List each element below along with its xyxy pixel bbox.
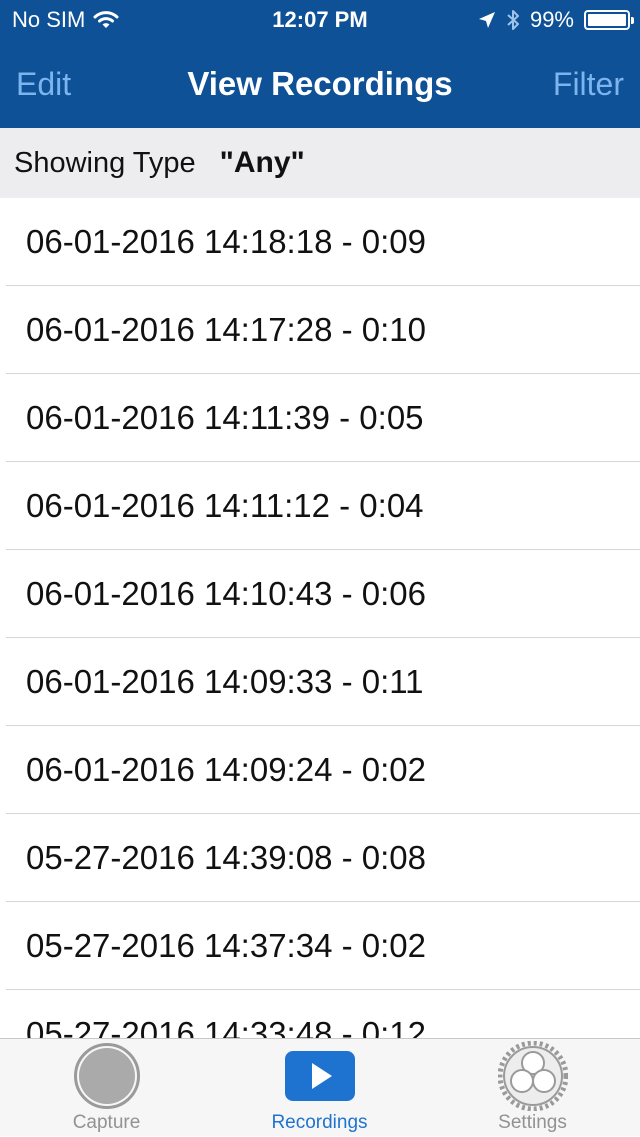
recording-label: 06-01-2016 14:09:24 - 0:02 (26, 751, 426, 788)
recording-row[interactable]: 05-27-2016 14:39:08 - 0:08 (0, 814, 640, 902)
filter-button[interactable]: Filter (553, 64, 624, 104)
tab-bar: Capture Recordings Settings (0, 1038, 640, 1136)
tab-label-settings: Settings (498, 1112, 567, 1133)
bluetooth-icon (507, 10, 519, 30)
filter-header: Showing Type "Any" (0, 128, 640, 198)
recording-label: 05-27-2016 14:39:08 - 0:08 (26, 839, 426, 876)
recording-row[interactable]: 05-27-2016 14:33:48 - 0:12 (0, 990, 640, 1038)
tab-label-capture: Capture (72, 1112, 141, 1133)
top-bar: No SIM 12:07 PM 99% Edit View Recordings (0, 0, 640, 128)
record-circle-inner (78, 1048, 135, 1104)
recording-label: 05-27-2016 14:33:48 - 0:12 (26, 1015, 426, 1038)
gears-icon (497, 1041, 568, 1111)
recording-row[interactable]: 06-01-2016 14:18:18 - 0:09 (0, 198, 640, 286)
navigation-bar: Edit View Recordings Filter (0, 40, 640, 128)
tab-recordings[interactable]: Recordings (213, 1039, 426, 1137)
filter-label: Showing Type (14, 146, 196, 179)
play-icon (284, 1051, 355, 1101)
recording-row[interactable]: 06-01-2016 14:09:24 - 0:02 (0, 726, 640, 814)
recording-label: 06-01-2016 14:09:33 - 0:11 (26, 663, 424, 700)
filter-value: "Any" (219, 146, 305, 179)
recording-row[interactable]: 06-01-2016 14:11:39 - 0:05 (0, 374, 640, 462)
tab-settings[interactable]: Settings (426, 1039, 639, 1137)
recording-label: 06-01-2016 14:17:28 - 0:10 (26, 311, 426, 348)
status-right: 99% (478, 6, 634, 34)
recording-label: 06-01-2016 14:10:43 - 0:06 (26, 575, 426, 612)
status-bar: No SIM 12:07 PM 99% (0, 0, 640, 40)
tab-capture[interactable]: Capture (0, 1039, 213, 1137)
recording-row[interactable]: 06-01-2016 14:17:28 - 0:10 (0, 286, 640, 374)
battery-icon (584, 10, 634, 30)
battery-nub (631, 17, 634, 24)
location-arrow-icon (478, 12, 495, 28)
record-circle-icon (73, 1043, 140, 1109)
recording-label: 05-27-2016 14:37:34 - 0:02 (26, 927, 426, 964)
recording-row[interactable]: 06-01-2016 14:09:33 - 0:11 (0, 638, 640, 726)
recording-row[interactable]: 05-27-2016 14:37:34 - 0:02 (0, 902, 640, 990)
recording-row[interactable]: 06-01-2016 14:11:12 - 0:04 (0, 462, 640, 550)
recordings-list[interactable]: 06-01-2016 14:18:18 - 0:09 06-01-2016 14… (0, 198, 640, 1038)
tab-label-recordings: Recordings (271, 1112, 368, 1133)
battery-fill (588, 14, 626, 26)
recording-label: 06-01-2016 14:18:18 - 0:09 (26, 223, 426, 260)
recording-row[interactable]: 06-01-2016 14:10:43 - 0:06 (0, 550, 640, 638)
recording-label: 06-01-2016 14:11:39 - 0:05 (26, 399, 424, 436)
battery-percent: 99% (529, 7, 574, 32)
recording-label: 06-01-2016 14:11:12 - 0:04 (26, 487, 424, 524)
page-title: View Recordings (187, 65, 453, 102)
